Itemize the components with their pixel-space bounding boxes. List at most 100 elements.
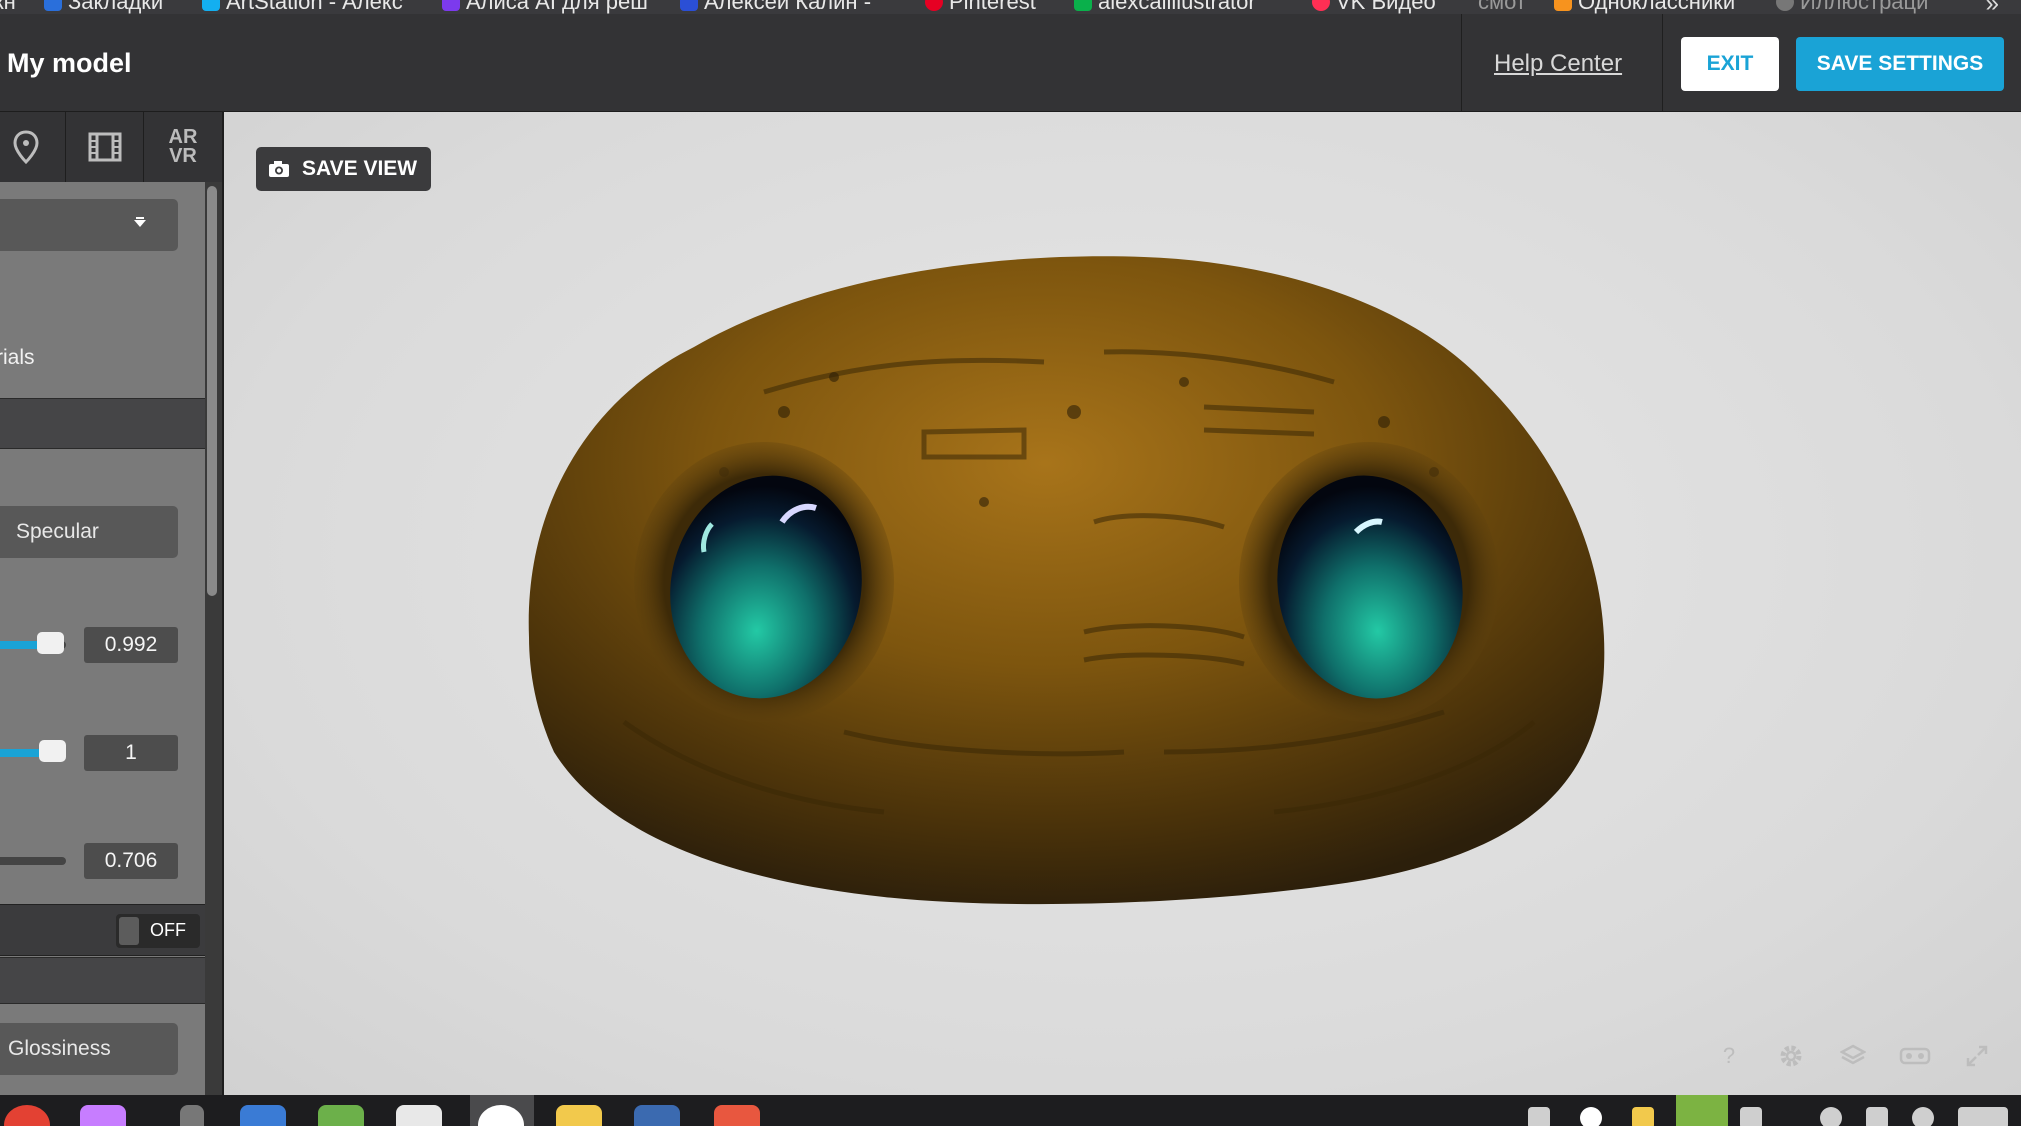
- toggle-label: OFF: [150, 920, 186, 940]
- bookmark-item[interactable]: Иллюстраци: [1776, 0, 1929, 14]
- bookmark-item[interactable]: ArtStation - Алекс: [202, 0, 403, 14]
- slider-3[interactable]: [0, 857, 66, 865]
- app-icon[interactable]: [80, 1105, 126, 1126]
- notes-icon[interactable]: [556, 1105, 602, 1126]
- divider: [1662, 14, 1663, 111]
- fullscreen-icon: [1966, 1045, 1988, 1067]
- slider-1-value[interactable]: 0.992: [84, 627, 178, 663]
- bookmark-item[interactable]: Закладки: [44, 0, 163, 14]
- bookmark-label: Одноклассники: [1578, 0, 1736, 14]
- os-taskbar: [0, 1095, 2021, 1126]
- bookmark-label: Алиса AI для реш: [466, 0, 648, 14]
- settings-panel: l rials Specular 0.992 1 0.706 OFF Gloss…: [0, 182, 205, 1095]
- bookmark-item[interactable]: Одноклассники: [1554, 0, 1736, 14]
- section-header[interactable]: [0, 957, 205, 1004]
- app-icon[interactable]: [240, 1105, 286, 1126]
- app-icon[interactable]: [396, 1105, 442, 1126]
- panel-scrollbar[interactable]: [205, 182, 222, 1095]
- bookmark-label: ArtStation - Алекс: [226, 0, 403, 14]
- brightness-icon[interactable]: [1912, 1107, 1934, 1126]
- bookmark-label: кн: [0, 0, 16, 14]
- bookmark-favicon-icon: [680, 0, 698, 11]
- page-title: My model: [7, 48, 132, 78]
- slider-knob[interactable]: [39, 740, 66, 762]
- bookmark-item[interactable]: кн: [0, 0, 16, 14]
- app-icon[interactable]: [634, 1105, 680, 1126]
- divider: [1461, 14, 1462, 111]
- trash-icon[interactable]: [1528, 1107, 1550, 1126]
- bookmark-favicon-icon: [44, 0, 62, 11]
- bookmark-item[interactable]: смот: [1478, 0, 1526, 14]
- option-label[interactable]: l: [0, 304, 1, 328]
- vr-label: VR: [169, 145, 197, 167]
- toggle-switch[interactable]: OFF: [116, 914, 200, 948]
- model-render[interactable]: [224, 112, 2021, 1095]
- viewer-vr-button[interactable]: [1895, 1036, 1935, 1076]
- viewer-settings-button[interactable]: [1771, 1036, 1811, 1076]
- slider-2[interactable]: [0, 740, 66, 762]
- pinterest-icon: [925, 0, 943, 11]
- save-view-label: SAVE VIEW: [302, 157, 418, 180]
- tab-animation[interactable]: [66, 112, 144, 182]
- bookmark-item[interactable]: Алексей Калин -: [680, 0, 872, 14]
- bookmark-favicon-icon: [202, 0, 220, 11]
- app-icon[interactable]: [714, 1105, 760, 1126]
- tray-icon[interactable]: [1632, 1107, 1654, 1126]
- bookmark-item[interactable]: alexcalillustrator: [1074, 0, 1256, 14]
- clock[interactable]: [1958, 1107, 2008, 1126]
- scrollbar-thumb[interactable]: [207, 186, 217, 596]
- toggle-knob: [119, 917, 139, 945]
- settings-icon: [1780, 1045, 1802, 1067]
- section-header[interactable]: [0, 398, 205, 449]
- help-icon: ?: [1722, 1043, 1736, 1068]
- tray-icon[interactable]: [1676, 1095, 1728, 1126]
- bookmarks-overflow-icon[interactable]: »: [1986, 0, 1999, 14]
- chrome-icon[interactable]: [4, 1105, 50, 1126]
- bookmark-label: смот: [1478, 0, 1526, 14]
- tab-annotations[interactable]: [0, 112, 65, 182]
- camera-icon: [269, 161, 289, 177]
- viewer-fullscreen-button[interactable]: [1957, 1036, 1997, 1076]
- viewer-layers-button[interactable]: [1833, 1036, 1873, 1076]
- exit-button[interactable]: EXIT: [1681, 37, 1779, 91]
- app-icon[interactable]: [180, 1105, 204, 1126]
- model-viewport[interactable]: SAVE VIEW ?: [224, 112, 2021, 1095]
- volume-icon[interactable]: [1866, 1107, 1888, 1126]
- option-label[interactable]: rials: [0, 346, 35, 370]
- viewer-help-button[interactable]: ?: [1709, 1036, 1749, 1076]
- save-settings-button[interactable]: SAVE SETTINGS: [1796, 37, 2004, 91]
- bookmark-label: Иллюстраци: [1800, 0, 1929, 14]
- tray-icon[interactable]: [1740, 1107, 1762, 1126]
- bookmark-favicon-icon: [1776, 0, 1794, 11]
- folder-icon[interactable]: [318, 1105, 364, 1126]
- slider-knob[interactable]: [37, 632, 64, 654]
- slider-1[interactable]: [0, 632, 66, 654]
- vr-glasses-icon: [1899, 1047, 1931, 1065]
- bookmark-item[interactable]: Pinterest: [925, 0, 1036, 14]
- glossiness-field[interactable]: Glossiness: [0, 1023, 178, 1075]
- location-pin-icon: [13, 130, 39, 164]
- bookmark-label: alexcalillustrator: [1098, 0, 1256, 14]
- bookmark-label: VK Видео: [1336, 0, 1436, 14]
- slider-3-value[interactable]: 0.706: [84, 843, 178, 879]
- chevron-down-icon: [134, 217, 146, 227]
- bookmark-item[interactable]: Алиса AI для реш: [442, 0, 648, 14]
- bookmark-favicon-icon: [442, 0, 460, 11]
- tab-ar-vr[interactable]: AR VR: [144, 112, 222, 182]
- ar-vr-icon: AR VR: [169, 127, 198, 167]
- save-view-button[interactable]: SAVE VIEW: [256, 147, 431, 191]
- layers-icon: [1840, 1044, 1866, 1065]
- bookmark-label: Алексей Калин -: [704, 0, 872, 14]
- tray-icon[interactable]: [1820, 1107, 1842, 1126]
- bookmarks-bar: кн Закладки ArtStation - Алекс Алиса AI …: [0, 0, 2021, 14]
- tray-icon[interactable]: [1580, 1107, 1602, 1126]
- specular-field[interactable]: Specular: [0, 506, 178, 558]
- slider-2-value[interactable]: 1: [84, 735, 178, 771]
- vk-video-icon: [1312, 0, 1330, 11]
- toggle-row: OFF: [0, 904, 205, 956]
- material-dropdown[interactable]: [0, 199, 178, 251]
- bookmark-label: Pinterest: [949, 0, 1036, 14]
- help-center-link[interactable]: Help Center: [1494, 50, 1622, 78]
- odnoklassniki-icon: [1554, 0, 1572, 11]
- bookmark-item[interactable]: VK Видео: [1312, 0, 1436, 14]
